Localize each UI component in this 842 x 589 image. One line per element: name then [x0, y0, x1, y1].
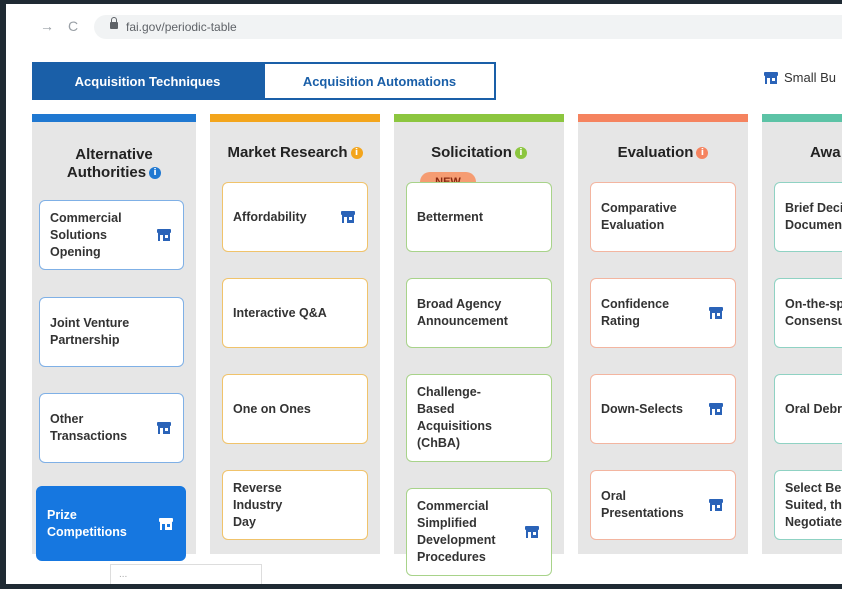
card-prize-competitions[interactable]: Prize Competitions — [36, 486, 186, 561]
column-color-bar — [32, 114, 196, 122]
storefront-icon — [709, 307, 723, 319]
column-color-bar — [210, 114, 380, 122]
info-icon[interactable]: i — [696, 147, 709, 160]
info-icon[interactable]: i — [350, 147, 363, 160]
small-business-legend[interactable]: Small Bu — [764, 70, 836, 85]
storefront-icon — [341, 211, 355, 223]
card-challenge-based-acquisitions[interactable]: Challenge-Based Acquisitions (ChBA) — [406, 374, 552, 462]
card-joint-venture-partnership[interactable]: Joint Venture Partnership — [39, 297, 184, 367]
storefront-icon — [709, 403, 723, 415]
column-title: Market Research i — [210, 144, 380, 162]
card-affordability[interactable]: Affordability — [222, 182, 368, 252]
column-title: Alternative Authorities i — [32, 146, 196, 182]
card-commercial-simplified-development-procedures[interactable]: Commercial Simplified Development Proced… — [406, 488, 552, 576]
column-color-bar — [578, 114, 748, 122]
column-title: Evaluation i — [578, 144, 748, 162]
card-broad-agency-announcement[interactable]: Broad Agency Announcement — [406, 278, 552, 348]
card-betterment[interactable]: Betterment — [406, 182, 552, 252]
info-icon[interactable]: i — [149, 167, 162, 180]
small-business-label: Small Bu — [784, 70, 837, 85]
lock-icon — [110, 17, 118, 29]
storefront-icon — [157, 422, 171, 434]
card-oral-presentations[interactable]: Oral Presentations — [590, 470, 736, 540]
storefront-icon — [159, 517, 173, 530]
info-icon[interactable]: i — [514, 147, 527, 160]
card-interactive-qa[interactable]: Interactive Q&A — [222, 278, 368, 348]
column-color-bar — [762, 114, 842, 122]
card-commercial-solutions-opening[interactable]: Commercial Solutions Opening — [39, 200, 184, 270]
card-comparative-evaluation[interactable]: Comparative Evaluation — [590, 182, 736, 252]
storefront-icon — [764, 71, 778, 84]
card-brief-decision-document[interactable]: Brief Deci Documen — [774, 182, 842, 252]
card-one-on-ones[interactable]: One on Ones — [222, 374, 368, 444]
hover-tooltip: ... — [110, 564, 262, 584]
card-other-transactions[interactable]: Other Transactions — [39, 393, 184, 463]
column-title: Awa — [810, 144, 841, 161]
reload-icon[interactable]: C — [68, 18, 78, 34]
card-oral-debrief[interactable]: Oral Debr — [774, 374, 842, 444]
address-bar: → C fai.gov/periodic-table — [6, 4, 842, 48]
url-text[interactable]: fai.gov/periodic-table — [126, 20, 237, 34]
card-on-the-spot-consensus[interactable]: On-the-sp Consensu — [774, 278, 842, 348]
card-select-best-suited[interactable]: Select Be Suited, th Negotiate — [774, 470, 842, 540]
storefront-icon — [709, 499, 723, 511]
card-confidence-rating[interactable]: Confidence Rating — [590, 278, 736, 348]
tab-acquisition-automations[interactable]: Acquisition Automations — [263, 62, 496, 100]
column-color-bar — [394, 114, 564, 122]
storefront-icon — [157, 229, 171, 241]
column-title: Solicitation i — [394, 144, 564, 162]
card-reverse-industry-day[interactable]: Reverse Industry Day — [222, 470, 368, 540]
browser-window: → C fai.gov/periodic-table Acquisition T… — [6, 4, 842, 584]
back-arrow-icon[interactable]: → — [40, 18, 54, 34]
storefront-icon — [525, 526, 539, 538]
card-down-selects[interactable]: Down-Selects — [590, 374, 736, 444]
tab-acquisition-techniques[interactable]: Acquisition Techniques — [32, 62, 263, 100]
